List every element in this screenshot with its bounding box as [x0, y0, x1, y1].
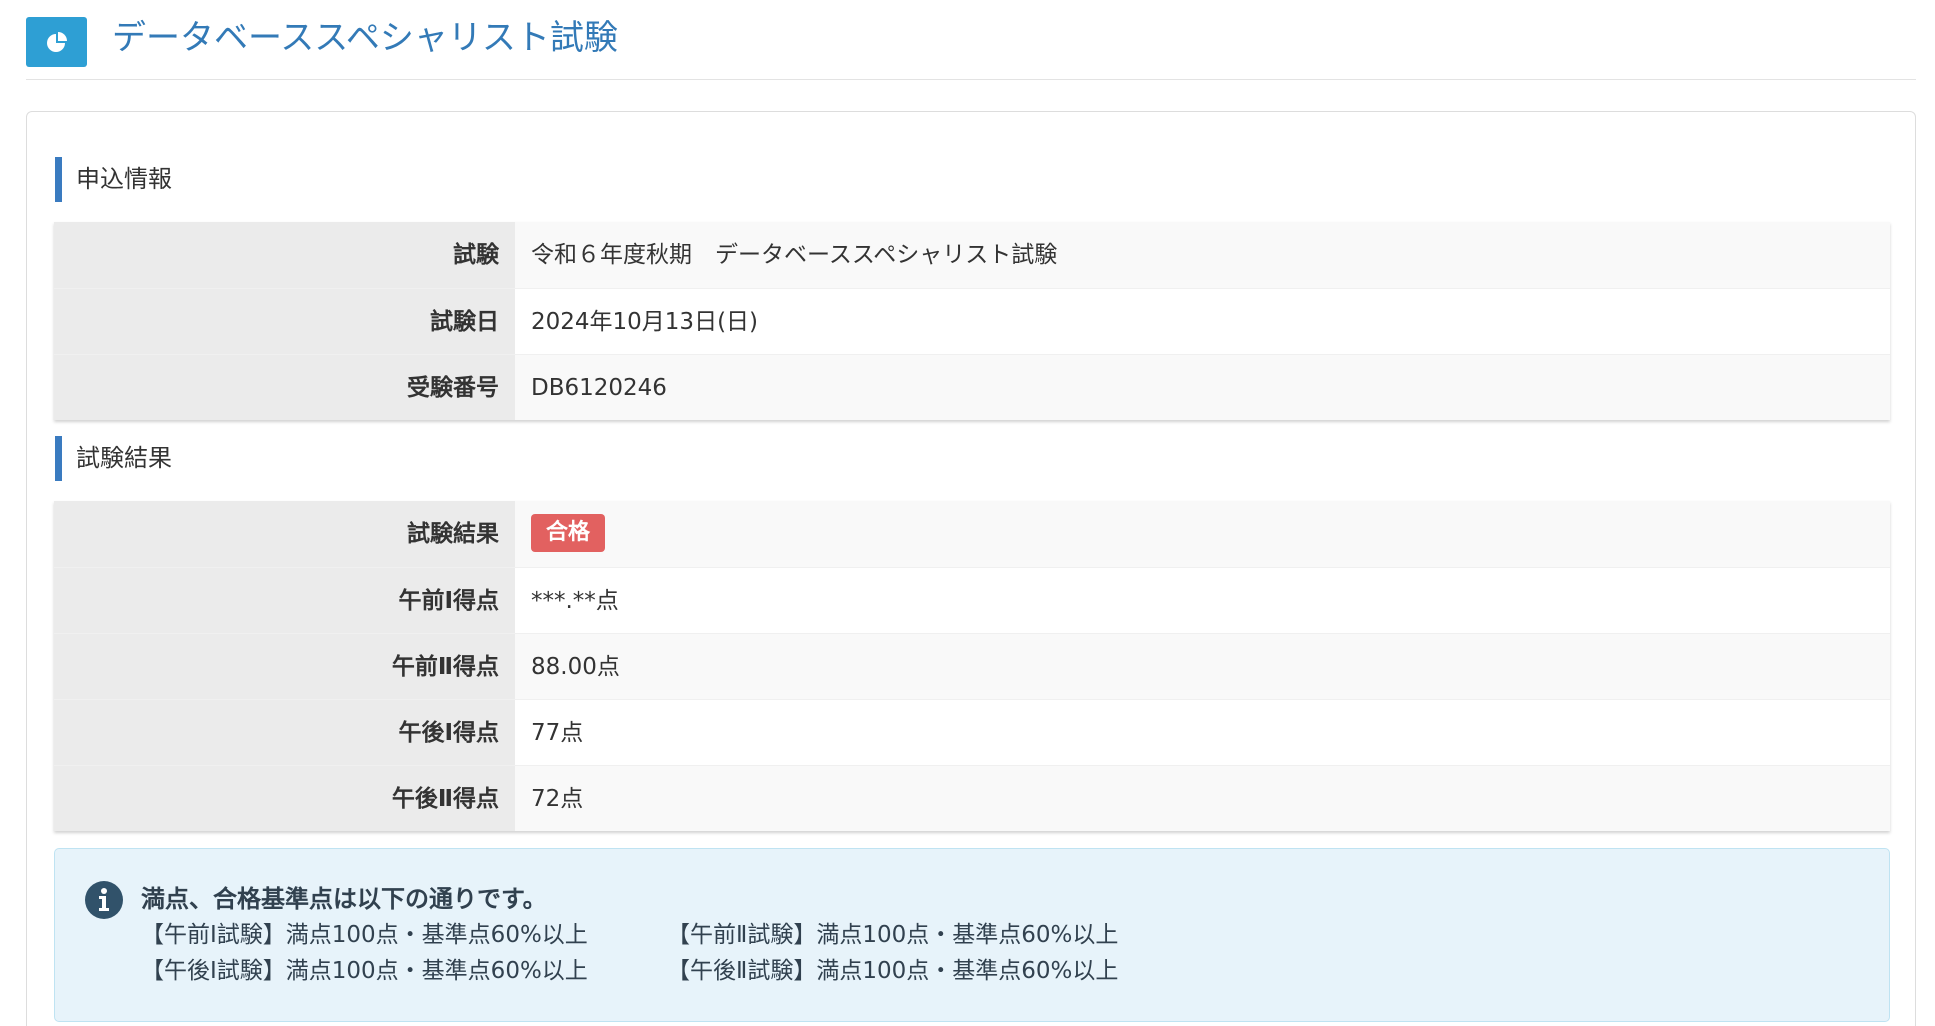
row-value: 合格 — [515, 501, 1890, 567]
status-badge: 合格 — [531, 514, 606, 552]
section-heading-application: 申込情報 — [55, 157, 172, 202]
pie-chart-icon — [26, 17, 87, 67]
table-row: 試験日 2024年10月13日(日) — [54, 288, 1890, 354]
info-circle-icon — [85, 881, 123, 919]
criteria-notice: 満点、合格基準点は以下の通りです。 【午前Ⅰ試験】満点100点・基準点60%以上… — [54, 848, 1890, 1022]
row-value: 77点 — [515, 700, 1890, 765]
row-label: 受験番号 — [54, 355, 515, 420]
row-label: 試験日 — [54, 289, 515, 354]
section-heading-result: 試験結果 — [55, 436, 172, 481]
result-info-table: 試験結果 合格 午前Ⅰ得点 ***.**点 午前Ⅱ得点 88.00点 午後Ⅰ得点… — [54, 501, 1890, 831]
notice-title: 満点、合格基準点は以下の通りです。 — [141, 885, 547, 913]
table-row: 受験番号 DB6120246 — [54, 354, 1890, 420]
table-row: 試験 令和６年度秋期 データベーススペシャリスト試験 — [54, 222, 1890, 288]
row-value: 令和６年度秋期 データベーススペシャリスト試験 — [515, 222, 1890, 288]
criteria-item: 【午前Ⅰ試験】満点100点・基準点60%以上 — [141, 922, 588, 948]
row-label: 試験 — [54, 222, 515, 288]
table-row: 試験結果 合格 — [54, 501, 1890, 567]
criteria-item: 【午後Ⅱ試験】満点100点・基準点60%以上 — [667, 958, 1119, 984]
result-panel: 申込情報 試験 令和６年度秋期 データベーススペシャリスト試験 試験日 2024… — [26, 111, 1916, 1026]
criteria-item: 【午後Ⅰ試験】満点100点・基準点60%以上 — [141, 958, 588, 984]
row-value: DB6120246 — [515, 355, 1890, 420]
criteria-item: 【午前Ⅱ試験】満点100点・基準点60%以上 — [667, 922, 1119, 948]
table-row: 午後Ⅰ得点 77点 — [54, 699, 1890, 765]
page-header: データベーススペシャリスト試験 — [26, 0, 1916, 80]
table-row: 午後Ⅱ得点 72点 — [54, 765, 1890, 831]
row-label: 試験結果 — [54, 501, 515, 567]
row-label: 午後Ⅱ得点 — [54, 766, 515, 831]
row-label: 午前Ⅰ得点 — [54, 568, 515, 633]
row-value: ***.**点 — [515, 568, 1890, 633]
row-value: 72点 — [515, 766, 1890, 831]
table-row: 午前Ⅰ得点 ***.**点 — [54, 567, 1890, 633]
application-info-table: 試験 令和６年度秋期 データベーススペシャリスト試験 試験日 2024年10月1… — [54, 222, 1890, 420]
row-value: 88.00点 — [515, 634, 1890, 699]
page-title: データベーススペシャリスト試験 — [112, 18, 618, 58]
row-value: 2024年10月13日(日) — [515, 289, 1890, 354]
table-row: 午前Ⅱ得点 88.00点 — [54, 633, 1890, 699]
row-label: 午前Ⅱ得点 — [54, 634, 515, 699]
row-label: 午後Ⅰ得点 — [54, 700, 515, 765]
